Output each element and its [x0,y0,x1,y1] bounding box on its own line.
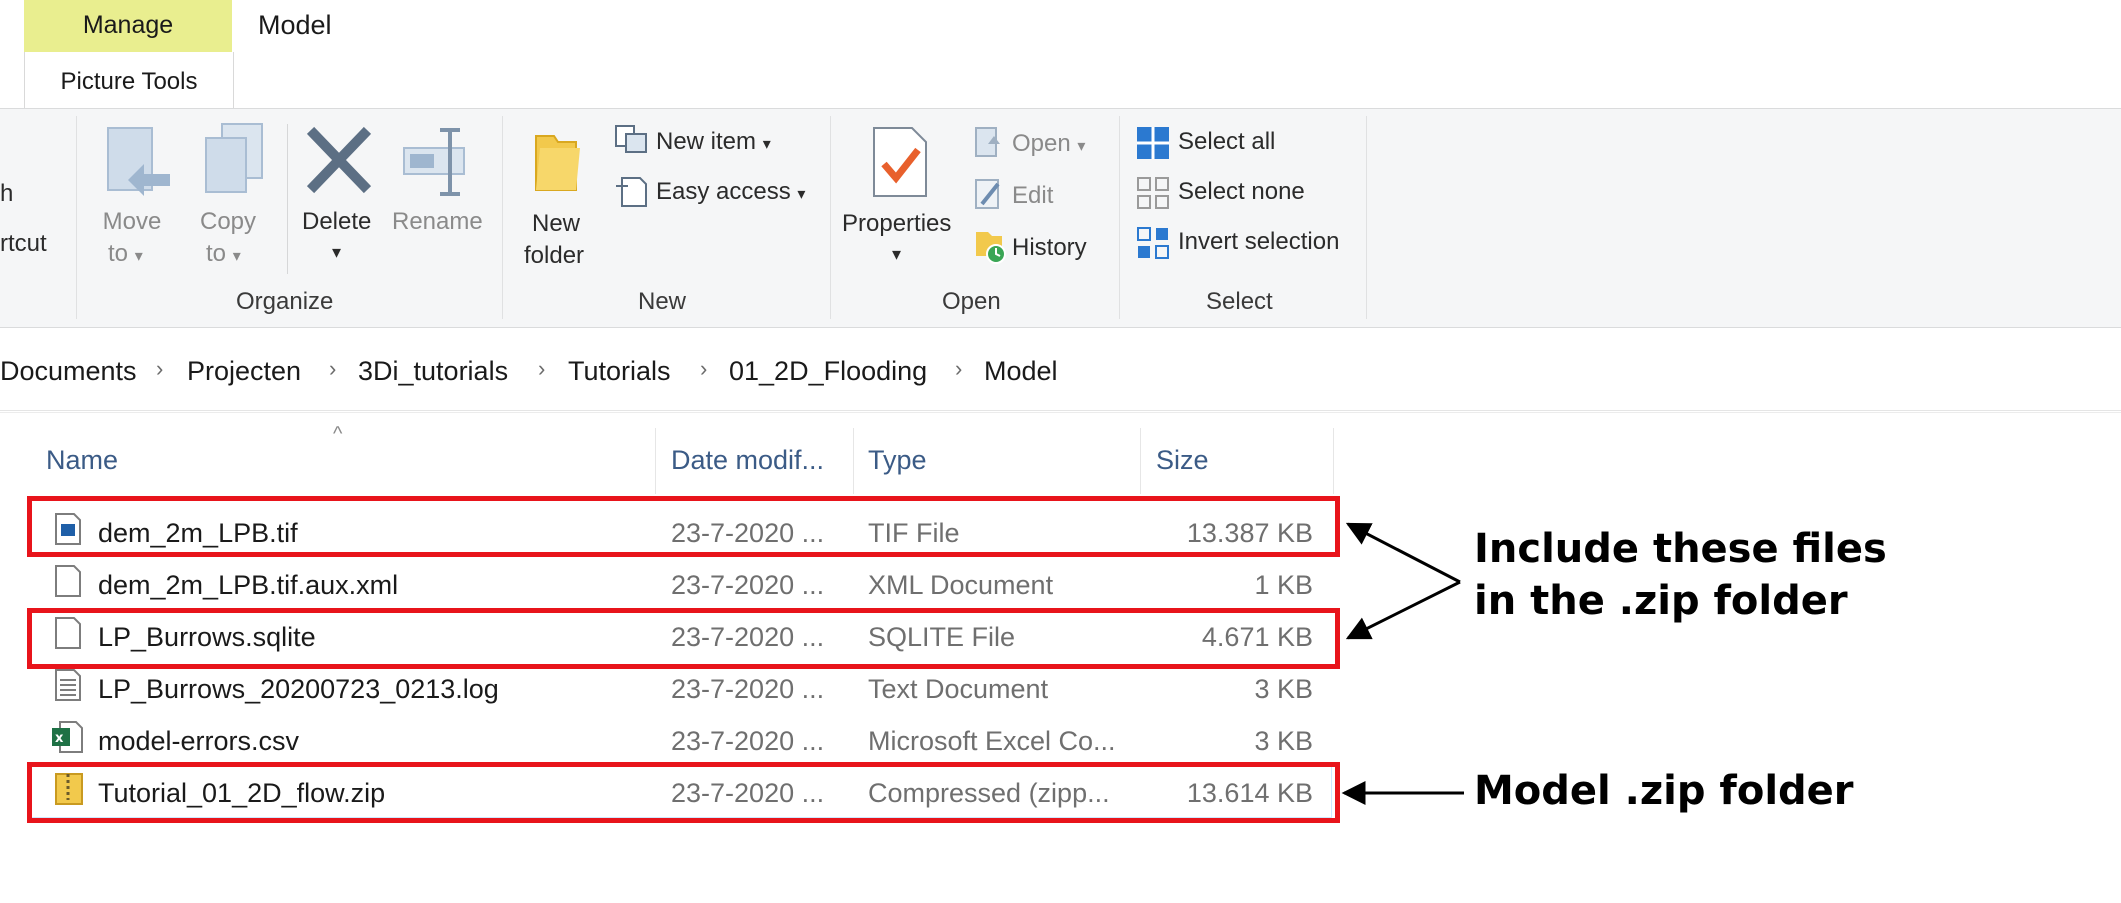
copy-to-label-2: to ▾ [206,240,241,267]
sort-ascending-icon: ^ [333,423,343,445]
chevron-right-icon[interactable]: › [329,356,336,382]
file-type: XML Document [868,570,1054,600]
copy-to-label: Copy [199,208,257,235]
organize-group-label: Organize [236,288,334,315]
open-icon [974,126,1004,160]
new-folder-label: New [532,210,581,237]
blank-file-icon [54,564,82,603]
delete-button[interactable] [306,126,376,216]
file-size: 3 KB [1254,674,1313,704]
history-button[interactable]: History [1012,234,1087,262]
edit-icon [974,178,1004,212]
properties-icon [873,127,927,197]
column-divider[interactable] [853,428,854,494]
annotation-include-files: Include these files [1474,526,1887,572]
edit-button[interactable]: Edit [1012,182,1053,210]
chevron-right-icon[interactable]: › [538,356,545,382]
column-divider[interactable] [1333,428,1334,494]
group-separator [1366,116,1367,319]
annotation-model-zip: Model .zip folder [1474,768,1854,814]
easy-access-icon [614,174,650,208]
file-name[interactable]: dem_2m_LPB.tif.aux.xml [98,570,398,601]
group-separator [830,116,831,319]
move-to-label-2: to ▾ [108,240,143,267]
select-group-label: Select [1206,288,1273,315]
delete-label: Delete [302,208,372,235]
select-none-icon [1136,176,1170,210]
copy-to-button[interactable] [202,122,272,218]
breadcrumb-model[interactable]: Model [984,356,1058,387]
breadcrumb-01-2d-flooding[interactable]: 01_2D_Flooding [729,356,927,387]
breadcrumb-documents[interactable]: Documents [0,356,137,387]
breadcrumb-tutorials[interactable]: Tutorials [568,356,671,387]
highlight-box [27,608,1340,669]
breadcrumb-3di-tutorials[interactable]: 3Di_tutorials [358,356,508,387]
move-to-icon [107,127,170,196]
delete-caret[interactable]: ▾ [332,238,341,266]
history-icon [974,228,1006,264]
new-folder-button[interactable] [530,128,590,208]
properties-button[interactable] [870,124,934,204]
rename-button[interactable] [398,126,478,216]
annotation-include-files-2: in the .zip folder [1474,578,1848,624]
move-to-label: Move [102,208,162,235]
rename-label: Rename [392,208,483,235]
file-name[interactable]: LP_Burrows_20200723_0213.log [98,674,499,705]
properties-caret[interactable]: ▾ [892,240,901,268]
select-all-button[interactable]: Select all [1178,128,1275,156]
file-type: Text Document [868,674,1049,704]
excel-file-icon: x [50,720,84,759]
file-size: 3 KB [1254,726,1313,756]
chevron-right-icon[interactable]: › [156,356,163,382]
annotation-arrows [1341,522,1464,805]
address-bar[interactable] [0,328,2121,411]
file-date: 23-7-2020 ... [671,674,825,704]
open-button[interactable]: Open ▾ [1012,130,1085,161]
highlight-box [27,496,1340,557]
chevron-right-icon[interactable]: › [955,356,962,382]
organize-divider [287,124,288,274]
group-separator [1119,116,1120,319]
folder-icon [535,135,580,191]
group-separator [502,116,503,319]
group-separator [76,116,77,319]
select-none-button[interactable]: Select none [1178,178,1305,206]
svg-text:x: x [55,731,64,746]
invert-selection-icon [1136,226,1170,260]
new-item-icon [614,124,650,156]
delete-icon [306,126,372,194]
column-divider[interactable] [655,428,656,494]
file-size: 1 KB [1254,570,1313,600]
picture-tools-label: Picture Tools [24,52,234,110]
clipped-label-2: rtcut [0,230,47,257]
easy-access-button[interactable]: Easy access ▾ [656,178,805,209]
column-divider[interactable] [1140,428,1141,494]
copy-to-icon [205,123,263,193]
new-group-label: New [638,288,687,315]
new-item-button[interactable]: New item ▾ [656,128,771,159]
rename-icon [403,128,465,196]
tab-manage[interactable]: Manage [24,0,232,52]
properties-label: Properties [842,210,952,237]
breadcrumb-projecten[interactable]: Projecten [187,356,301,387]
column-header-type[interactable]: Type [868,445,927,476]
pane-divider [0,412,2121,413]
chevron-right-icon[interactable]: › [700,356,707,382]
highlight-box [27,762,1340,823]
select-all-icon [1136,126,1170,160]
column-header-name[interactable]: Name [46,445,118,476]
file-date: 23-7-2020 ... [671,726,825,756]
text-file-icon [54,668,82,707]
column-header-date[interactable]: Date modif... [671,445,824,476]
column-header-size[interactable]: Size [1156,445,1209,476]
tab-model[interactable]: Model [258,10,332,41]
move-to-button[interactable] [104,124,174,220]
new-folder-label-2: folder [524,242,585,269]
invert-selection-button[interactable]: Invert selection [1178,228,1339,256]
clipped-label-1: h [0,180,14,207]
file-date: 23-7-2020 ... [671,570,825,600]
file-name[interactable]: model-errors.csv [98,726,299,757]
open-group-label: Open [942,288,1001,315]
file-type: Microsoft Excel Co... [868,726,1116,756]
